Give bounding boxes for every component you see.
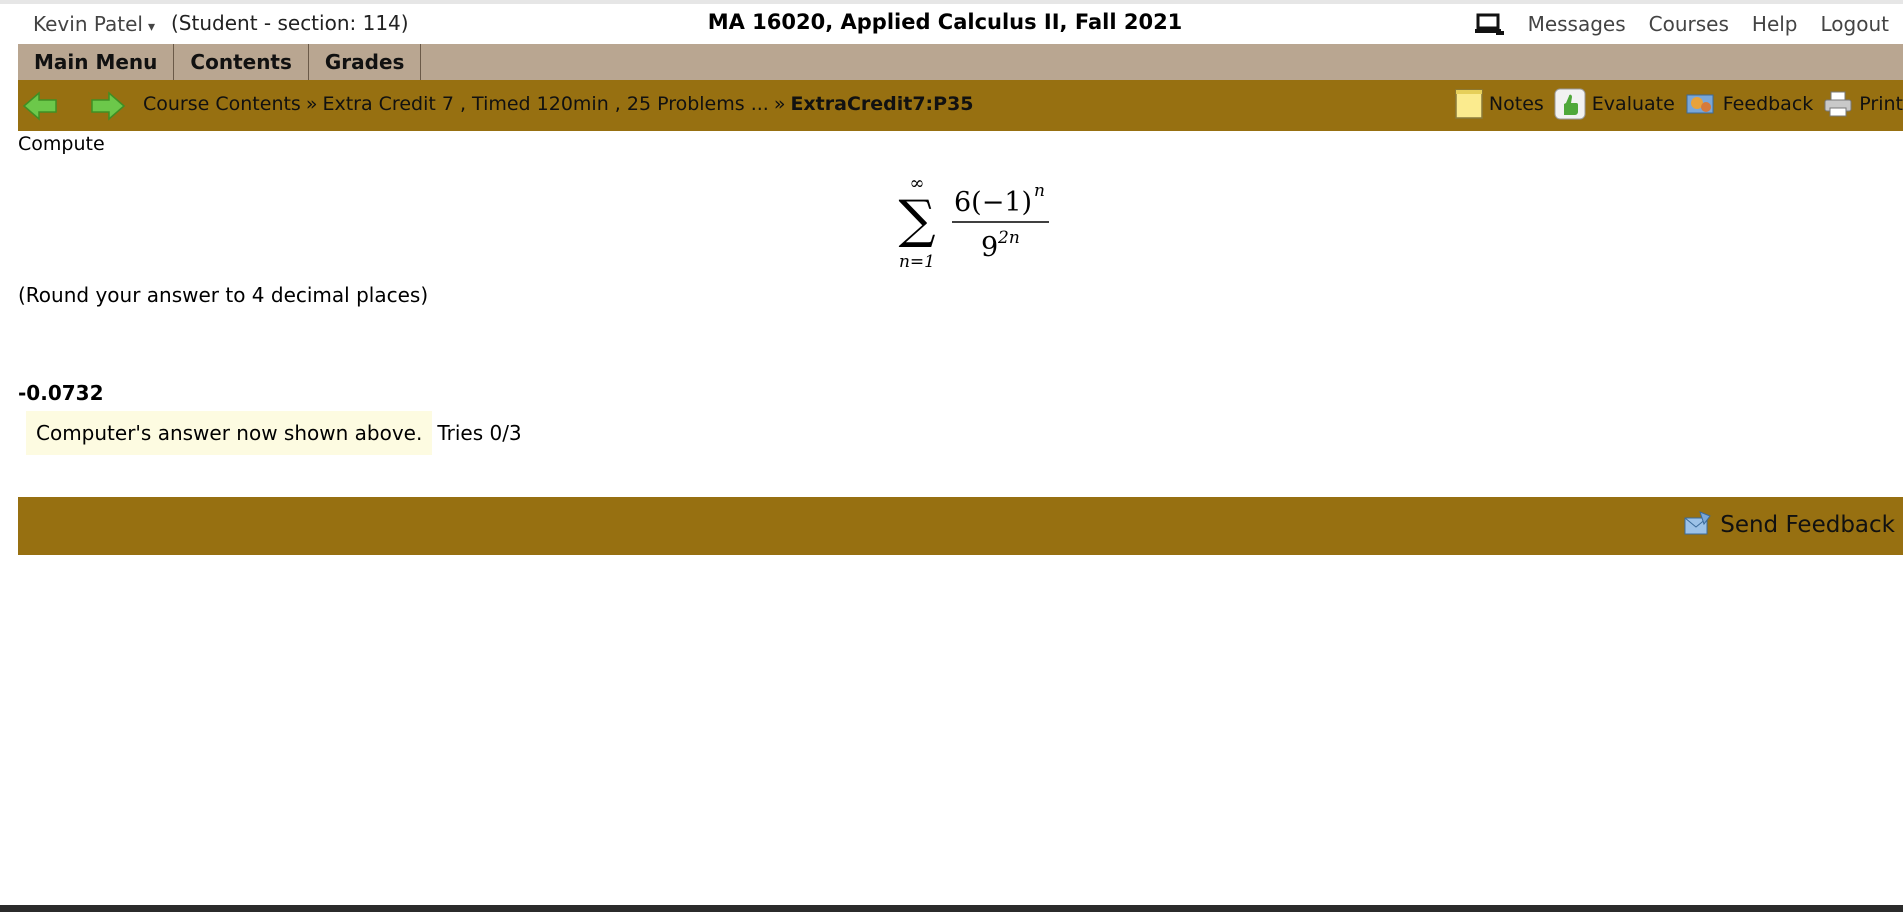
- main-menu-bar: Main Menu Contents Grades: [18, 44, 1903, 80]
- status-message: Computer's answer now shown above.: [26, 411, 433, 455]
- sum-lower-limit: n=1: [899, 252, 935, 272]
- navigation-bar: Course Contents» Extra Credit 7 , Timed 1…: [18, 80, 1903, 131]
- tab-grades[interactable]: Grades: [309, 44, 422, 80]
- send-feedback-label[interactable]: Send Feedback: [1720, 512, 1895, 538]
- tab-contents[interactable]: Contents: [174, 44, 309, 80]
- header: Kevin Patel ▾ (Student - section: 114) MA…: [0, 4, 1903, 44]
- tries-counter: Tries 0/3: [437, 421, 522, 445]
- denominator-exponent: 2n: [997, 228, 1020, 248]
- numerator-base: 6(−1): [954, 187, 1032, 218]
- evaluate-button[interactable]: Evaluate: [1554, 88, 1675, 120]
- print-button[interactable]: Print: [1823, 90, 1903, 118]
- tab-main-menu[interactable]: Main Menu: [18, 44, 175, 80]
- notes-label[interactable]: Notes: [1489, 93, 1544, 115]
- problem-prompt: Compute: [18, 133, 105, 155]
- series-formula: ∞ ∑ n=1 6(−1) n 9 2n: [886, 173, 1066, 273]
- evaluate-thumb-icon: [1554, 88, 1586, 120]
- window-bottom-edge: [0, 905, 1903, 912]
- help-link[interactable]: Help: [1752, 12, 1798, 36]
- notes-icon: [1455, 89, 1483, 119]
- messages-link[interactable]: Messages: [1528, 12, 1626, 36]
- send-feedback-icon: [1684, 511, 1712, 535]
- monitor-icon[interactable]: [1474, 12, 1505, 36]
- forward-arrow-icon[interactable]: [90, 91, 126, 121]
- feedback-button[interactable]: Feedback: [1685, 89, 1813, 119]
- back-arrow-icon[interactable]: [22, 91, 58, 121]
- answer-status-row: Computer's answer now shown above. Tries…: [26, 411, 522, 455]
- header-links: Messages Courses Help Logout: [1474, 12, 1889, 36]
- breadcrumb-extra-credit[interactable]: Extra Credit 7 , Timed 120min , 25 Probl…: [322, 93, 768, 115]
- breadcrumb-separator: »: [773, 93, 786, 115]
- send-feedback-button[interactable]: Send Feedback: [1682, 510, 1895, 540]
- breadcrumb: Course Contents» Extra Credit 7 , Timed 1…: [143, 93, 974, 115]
- nav-tools: Notes Evaluate Feedback Print: [1455, 88, 1903, 120]
- denominator-base: 9: [981, 232, 998, 263]
- feedback-label[interactable]: Feedback: [1723, 93, 1813, 115]
- breadcrumb-course-contents[interactable]: Course Contents: [143, 93, 301, 115]
- notes-button[interactable]: Notes: [1455, 89, 1544, 119]
- feedback-icon: [1686, 94, 1714, 114]
- numerator-exponent: n: [1034, 181, 1045, 201]
- evaluate-label[interactable]: Evaluate: [1592, 93, 1675, 115]
- print-label[interactable]: Print: [1859, 93, 1903, 115]
- breadcrumb-current: ExtraCredit7:P35: [790, 93, 974, 115]
- courses-link[interactable]: Courses: [1649, 12, 1729, 36]
- sum-symbol: ∑: [898, 190, 935, 250]
- computed-answer: -0.0732: [18, 381, 104, 405]
- rounding-instruction: (Round your answer to 4 decimal places): [18, 283, 429, 307]
- logout-link[interactable]: Logout: [1821, 12, 1889, 36]
- printer-icon: [1824, 91, 1852, 117]
- footer-bar: Send Feedback: [18, 497, 1903, 555]
- breadcrumb-separator: »: [305, 93, 318, 115]
